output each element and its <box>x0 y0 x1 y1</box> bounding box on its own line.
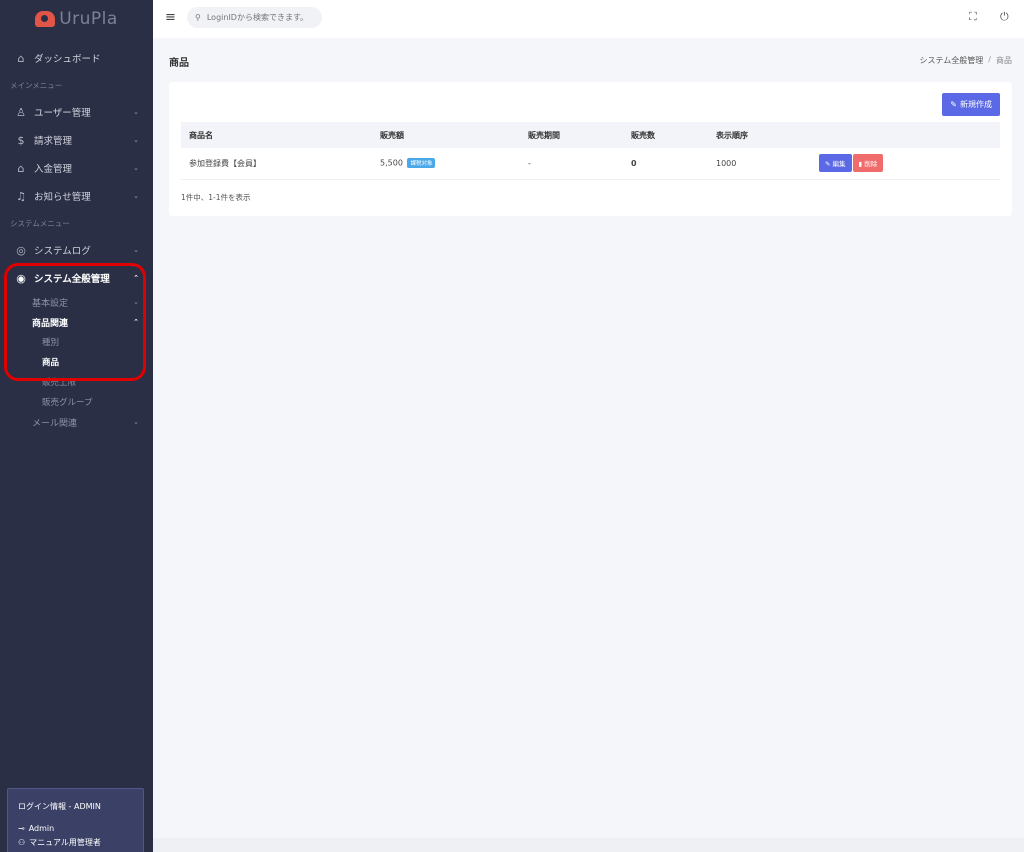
sidebar-item-label: 入金管理 <box>34 164 73 175</box>
trash-icon: ▮ <box>858 160 863 169</box>
fullscreen-icon[interactable]: ⛶ <box>969 10 977 24</box>
search-icon: ⚲ <box>195 13 201 22</box>
price-value: 5,500 <box>380 158 403 168</box>
cell-actions: ✎ 編集 ▮ 削除 <box>811 148 1000 179</box>
search-box[interactable]: ⚲ <box>187 7 322 28</box>
globe-icon: ◎ <box>16 243 26 257</box>
sidebar-item-label: 請求管理 <box>34 136 73 147</box>
sidebar-item-label: ダッシュボード <box>34 54 101 65</box>
cell-period: - <box>528 158 531 168</box>
sidebar-item-label: お知らせ管理 <box>34 192 91 203</box>
delete-button[interactable]: ▮ 削除 <box>852 154 884 173</box>
edit-label: 編集 <box>832 160 846 169</box>
sidebar-item-label: メール関連 <box>32 418 78 429</box>
topbar: ≡ ⚲ ⛶ ⏻ <box>153 0 1024 38</box>
sidebar-item-label: ユーザー管理 <box>34 108 91 119</box>
search-input[interactable] <box>206 13 317 22</box>
login-info-panel: ログイン情報 - ADMIN ⊸ Admin ⚇ マニュアル用管理者 <box>7 788 144 852</box>
power-icon[interactable]: ⏻ <box>1000 10 1009 24</box>
sidebar-item-label: 基本設定 <box>32 298 69 309</box>
page-title: 商品 <box>169 58 189 69</box>
sidebar-item-label: システム全般管理 <box>34 274 110 285</box>
sidebar-subitem-sales-group[interactable]: 販売グループ <box>0 392 153 412</box>
sidebar-item-system-general[interactable]: ◉ システム全般管理 ⌃ <box>0 264 153 292</box>
chevron-up-icon: ⌃ <box>133 318 139 326</box>
column-header-order: 表示順序 <box>716 130 748 140</box>
login-role: ⚇ マニュアル用管理者 <box>18 837 133 848</box>
footer-bar <box>153 838 1024 852</box>
section-main-menu: メインメニュー <box>10 80 63 90</box>
sidebar-subitem-category[interactable]: 種別 <box>0 332 153 352</box>
breadcrumb-parent[interactable]: システム全般管理 <box>920 55 984 66</box>
chevron-down-icon: ⌄ <box>133 298 139 306</box>
logo-icon <box>35 11 56 27</box>
product-table: 商品名 販売額 販売期間 販売数 表示順序 参加登録費【会員】 5,500 課税… <box>181 122 1000 180</box>
home-icon: ⌂ <box>17 51 25 65</box>
bank-icon: ⌂ <box>17 161 25 175</box>
sidebar-item-label: システムログ <box>34 246 91 257</box>
user-icon: ♙ <box>16 105 26 119</box>
pencil-icon: ✎ <box>825 160 831 169</box>
breadcrumb: システム全般管理 / 商品 <box>920 55 1012 66</box>
cell-order: 1000 <box>716 158 737 168</box>
sidebar-item-user-management[interactable]: ♙ ユーザー管理 ⌄ <box>0 98 153 126</box>
product-card: ✎ 新規作成 商品名 販売額 販売期間 販売数 表示順序 参加登録費【会員】 5… <box>169 82 1012 216</box>
sidebar-subitem-product[interactable]: 商品 <box>0 352 153 372</box>
menu-icon[interactable]: ≡ <box>165 10 176 25</box>
login-role-name: マニュアル用管理者 <box>29 838 101 847</box>
login-user-name: Admin <box>28 824 55 833</box>
sidebar-subitem-sales-limit[interactable]: 販売上限 <box>0 372 153 392</box>
dollar-icon: $ <box>17 133 25 147</box>
sidebar-item-notice-management[interactable]: ♫ お知らせ管理 ⌄ <box>0 182 153 210</box>
chevron-down-icon: ⌄ <box>133 418 139 426</box>
table-header-row: 商品名 販売額 販売期間 販売数 表示順序 <box>181 122 1000 148</box>
logo-text: UruPla <box>59 9 118 29</box>
sidebar: UruPla ⌂ ダッシュボード メインメニュー ♙ ユーザー管理 ⌄ $ 請求… <box>0 0 153 852</box>
delete-label: 削除 <box>864 160 878 169</box>
sidebar-item-payment-management[interactable]: ⌂ 入金管理 ⌄ <box>0 154 153 182</box>
app-logo[interactable]: UruPla <box>0 0 153 38</box>
cell-name: 参加登録費【会員】 <box>189 158 261 168</box>
new-button-label: 新規作成 <box>960 100 992 109</box>
users-icon: ⚇ <box>18 838 26 847</box>
sidebar-item-dashboard[interactable]: ⌂ ダッシュボード <box>0 44 153 72</box>
column-header-name: 商品名 <box>189 130 213 140</box>
edit-button[interactable]: ✎ 編集 <box>819 154 852 173</box>
sidebar-subitem-basic-settings[interactable]: 基本設定 ⌄ <box>0 292 153 312</box>
column-header-period: 販売期間 <box>528 130 560 140</box>
table-row: 参加登録費【会員】 5,500 課税対象 - 0 1000 ✎ 編集 ▮ 削除 <box>181 148 1000 179</box>
breadcrumb-current: 商品 <box>996 56 1012 65</box>
cell-price: 5,500 課税対象 <box>372 148 520 179</box>
chevron-down-icon: ⌄ <box>133 108 139 116</box>
chevron-down-icon: ⌄ <box>133 164 139 172</box>
pencil-icon: ✎ <box>950 100 957 109</box>
chevron-down-icon: ⌄ <box>133 246 139 254</box>
column-header-actions <box>811 122 1000 148</box>
sidebar-subitem-mail-related[interactable]: メール関連 ⌄ <box>0 412 153 432</box>
column-header-price: 販売額 <box>380 130 404 140</box>
column-header-sold: 販売数 <box>631 130 655 140</box>
sidebar-item-label: 商品関連 <box>32 318 69 329</box>
globe-icon: ◉ <box>16 271 26 285</box>
breadcrumb-separator: / <box>988 55 991 64</box>
key-icon: ⊸ <box>18 824 25 833</box>
cell-sold: 0 <box>631 158 637 168</box>
sidebar-item-billing-management[interactable]: $ 請求管理 ⌄ <box>0 126 153 154</box>
chevron-up-icon: ⌃ <box>133 274 139 282</box>
login-info-title: ログイン情報 - ADMIN <box>18 802 101 811</box>
tax-badge: 課税対象 <box>407 158 436 169</box>
login-user: ⊸ Admin <box>18 824 133 833</box>
section-system-menu: システムメニュー <box>10 218 70 228</box>
pagination-info: 1件中、1-1件を表示 <box>181 193 251 202</box>
bell-icon: ♫ <box>16 189 26 203</box>
chevron-down-icon: ⌄ <box>133 192 139 200</box>
sidebar-subitem-product-related[interactable]: 商品関連 ⌃ <box>0 312 153 332</box>
new-button[interactable]: ✎ 新規作成 <box>942 93 1000 116</box>
sidebar-item-system-log[interactable]: ◎ システムログ ⌄ <box>0 236 153 264</box>
chevron-down-icon: ⌄ <box>133 136 139 144</box>
